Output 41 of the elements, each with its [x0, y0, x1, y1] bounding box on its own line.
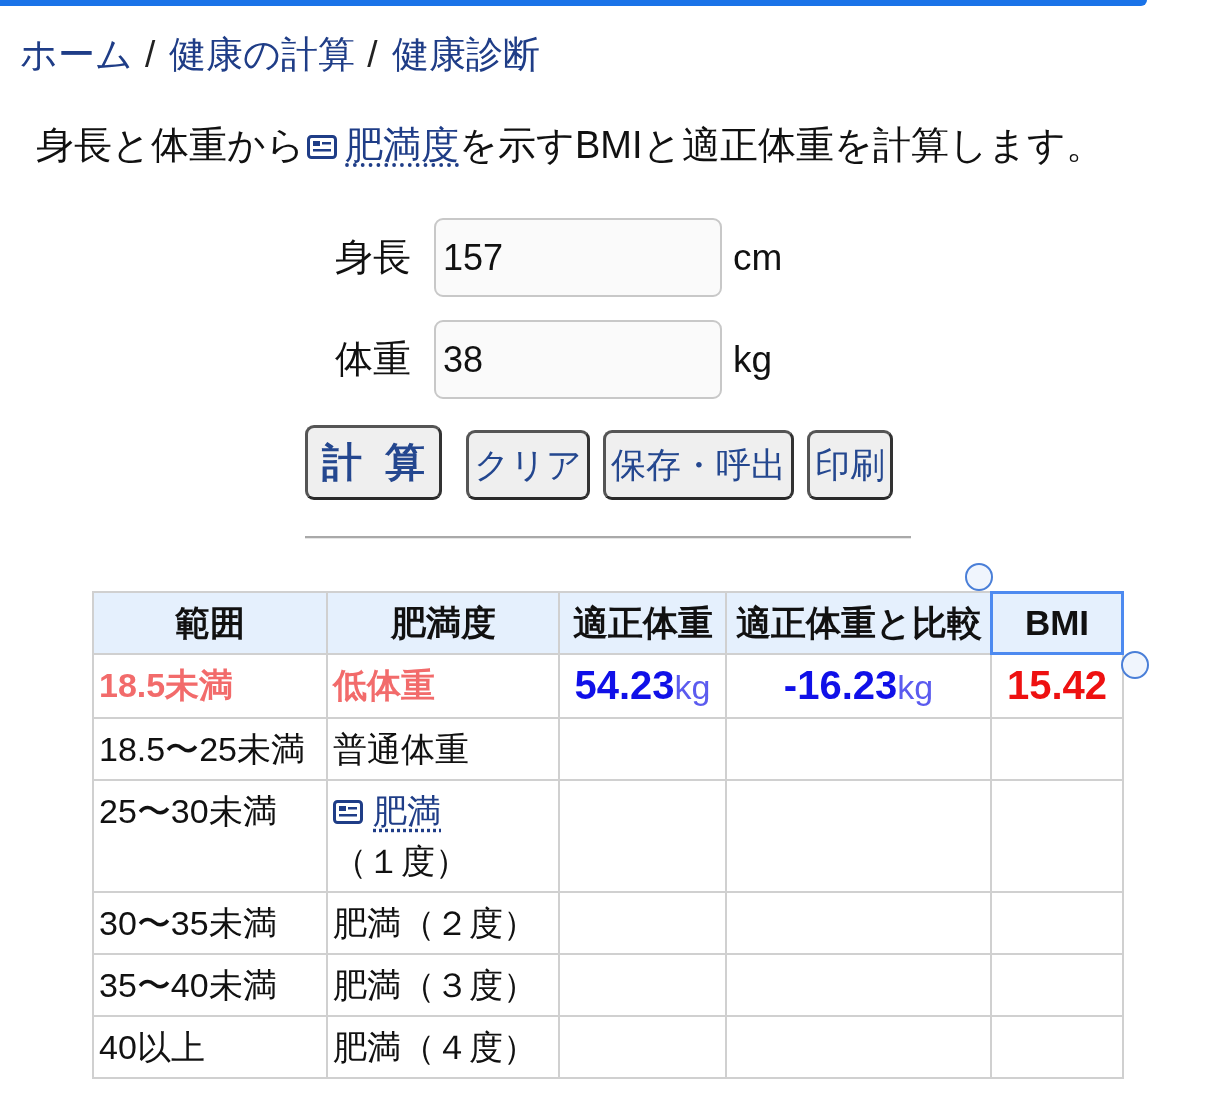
- table-cell: 18.5未満: [93, 654, 327, 718]
- table-cell: 35〜40未満: [93, 954, 327, 1016]
- calculate-button[interactable]: 計 算: [305, 425, 443, 500]
- number-input[interactable]: 157: [434, 218, 722, 297]
- table-cell: 肥満（４度）: [327, 1016, 559, 1078]
- table-cell: 40以上: [93, 1016, 327, 1078]
- table-cell: 15.42: [991, 654, 1123, 718]
- column-header: 範囲: [93, 592, 327, 654]
- glossary-icon: [333, 800, 363, 824]
- table-cell: 普通体重: [327, 718, 559, 780]
- breadcrumb-separator: /: [367, 33, 378, 77]
- table-cell: 肥満（２度）: [327, 892, 559, 954]
- field-label: 身長: [335, 235, 411, 280]
- table-cell: 25〜30未満: [93, 780, 327, 892]
- selection-handle-icon[interactable]: [965, 563, 993, 591]
- table-cell: -16.23kg: [726, 654, 991, 718]
- breadcrumb-link[interactable]: 健康の計算: [169, 33, 356, 77]
- action-button[interactable]: 保存・呼出: [603, 430, 795, 500]
- table-cell: 30〜35未満: [93, 892, 327, 954]
- selection-handle-icon[interactable]: [1121, 651, 1149, 679]
- table-cell: 18.5〜25未満: [93, 718, 327, 780]
- glossary-link[interactable]: 肥満: [373, 792, 441, 830]
- breadcrumb-link[interactable]: 健康診断: [391, 33, 540, 77]
- column-header: 適正体重と比較: [726, 592, 991, 654]
- table-cell: 54.23kg: [559, 654, 726, 718]
- field-label: 体重: [335, 337, 411, 382]
- column-header: 肥満度: [327, 592, 559, 654]
- table-cell: 肥満（３度）: [327, 954, 559, 1016]
- unit-label: cm: [733, 236, 783, 279]
- intro-text: 身長と体重から 肥満度を示すBMIと適正体重を計算します。: [36, 123, 1105, 168]
- column-header: 適正体重: [559, 592, 726, 654]
- unit-label: kg: [733, 338, 773, 381]
- table-cell: 低体重: [327, 654, 559, 718]
- glossary-icon: [307, 135, 337, 159]
- breadcrumb-link[interactable]: ホーム: [20, 33, 133, 77]
- table-cell: 肥満 （１度）: [327, 780, 559, 892]
- action-button[interactable]: クリア: [466, 430, 591, 500]
- number-input[interactable]: 38: [434, 320, 722, 399]
- action-button[interactable]: 印刷: [807, 430, 894, 500]
- breadcrumb-separator: /: [145, 33, 156, 77]
- glossary-link[interactable]: 肥満度: [345, 124, 459, 166]
